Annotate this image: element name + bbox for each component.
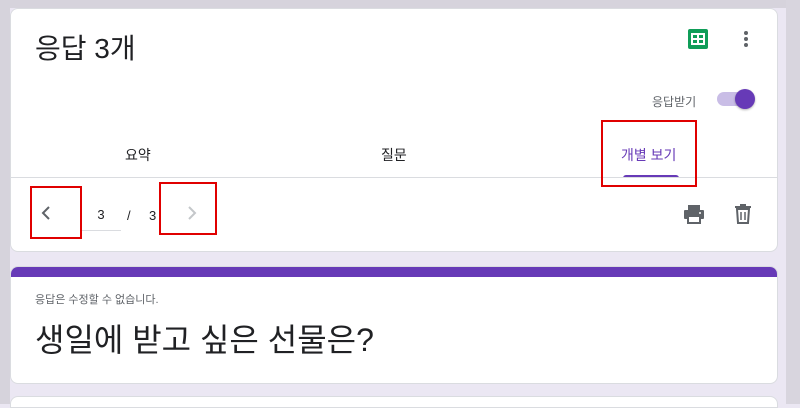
form-accent-bar <box>11 267 777 277</box>
form-title: 생일에 받고 싶은 선물은? <box>35 322 374 358</box>
edit-notice: 응답은 수정할 수 없습니다. <box>35 294 159 306</box>
right-gutter <box>786 0 800 404</box>
window-top-strip <box>0 0 800 8</box>
sheets-icon[interactable] <box>688 29 708 49</box>
form-header-card: 응답은 수정할 수 없습니다. 생일에 받고 싶은 선물은? <box>10 266 778 384</box>
delete-button[interactable] <box>732 203 754 225</box>
accept-responses-label: 응답받기 <box>652 95 697 109</box>
more-vert-icon[interactable] <box>736 29 756 49</box>
left-gutter <box>0 0 10 404</box>
tab-question[interactable]: 질문 <box>381 145 407 165</box>
next-card-edge <box>10 396 778 408</box>
highlight-individual-tab <box>601 120 697 187</box>
tab-summary[interactable]: 요약 <box>125 145 151 165</box>
accept-responses-toggle[interactable] <box>717 89 757 109</box>
print-icon <box>684 205 704 224</box>
print-button[interactable] <box>683 203 705 225</box>
highlight-prev-button <box>30 186 82 239</box>
page-title: 응답 3개 <box>35 33 136 64</box>
page-number-input[interactable]: 3 <box>81 206 121 231</box>
toggle-thumb <box>735 89 755 109</box>
page-separator: / <box>127 208 131 223</box>
highlight-next-button <box>159 182 217 235</box>
page-total: 3 <box>149 208 157 223</box>
delete-icon <box>735 204 751 224</box>
